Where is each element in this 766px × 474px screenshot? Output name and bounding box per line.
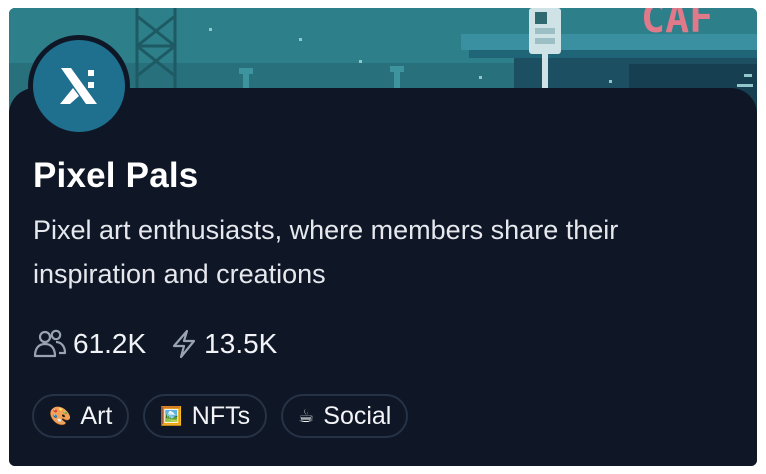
- tag-art[interactable]: 🎨 Art: [32, 394, 130, 438]
- tag-nfts[interactable]: 🖼️ NFTs: [143, 394, 268, 438]
- community-description: Pixel art enthusiasts, where members sha…: [33, 215, 619, 289]
- coffee-emoji-icon: ☕: [298, 405, 315, 427]
- lambda-logo-icon: [33, 40, 125, 132]
- members-stat: 61.2K: [33, 328, 146, 360]
- tag-label: Social: [323, 401, 392, 430]
- palette-emoji-icon: 🎨: [49, 405, 72, 427]
- lightning-icon: [173, 329, 196, 359]
- activity-count: 13.5K: [204, 328, 278, 359]
- community-name[interactable]: Pixel Pals: [33, 156, 198, 196]
- tag-social[interactable]: ☕ Social: [281, 394, 409, 438]
- activity-stat: 13.5K: [170, 328, 277, 360]
- community-stats: 61.2K 13.5K: [33, 324, 301, 364]
- tag-label: NFTs: [191, 401, 251, 430]
- framed-picture-emoji-icon: 🖼️: [160, 405, 183, 427]
- community-avatar[interactable]: [28, 35, 130, 137]
- banner-sign-text: CAF: [641, 8, 713, 42]
- members-count: 61.2K: [73, 328, 147, 359]
- tag-list: 🎨 Art 🖼️ NFTs ☕ Social: [32, 394, 422, 438]
- community-card-frame[interactable]: CAF Pixel Pals Pixel art enthusiasts, wh…: [9, 8, 757, 466]
- tag-label: Art: [80, 401, 113, 430]
- users-icon: [33, 329, 67, 358]
